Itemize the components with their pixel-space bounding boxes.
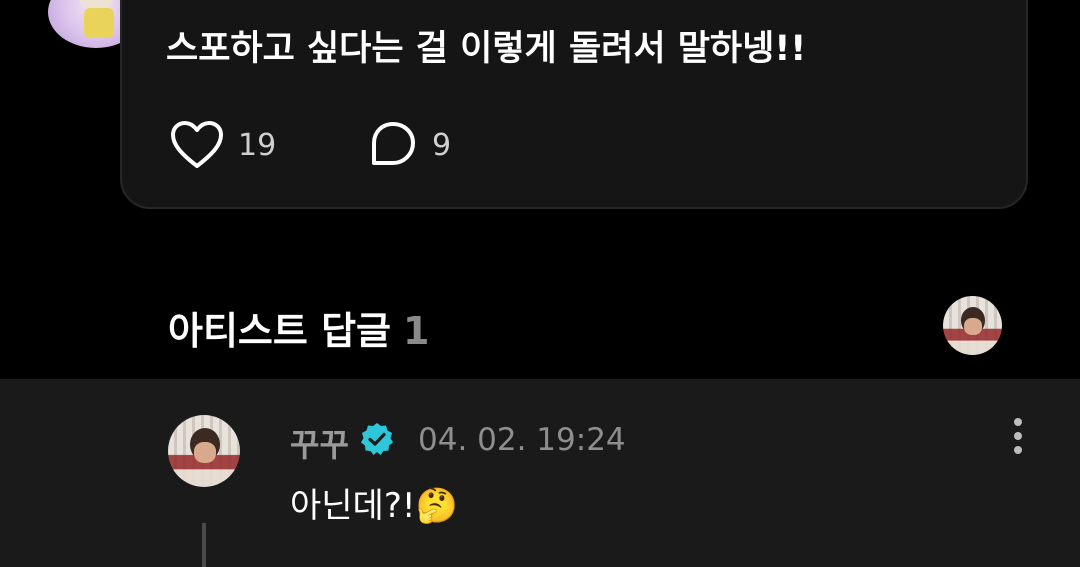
like-count: 19 [238, 127, 277, 163]
thread-line [202, 523, 206, 567]
artist-replies-header: 아티스트 답글 1 [168, 300, 429, 355]
avatar-face [193, 442, 216, 463]
artist-replies-count: 1 [403, 309, 430, 353]
post-text: 스포하고 싶다는 걸 이렇게 돌려서 말하넹!! [166, 29, 807, 69]
verified-badge-icon [361, 423, 393, 455]
more-dot [1014, 432, 1022, 440]
reply-author-name[interactable]: 꾸꾸 [290, 420, 349, 466]
more-options-button[interactable] [1008, 418, 1028, 462]
artist-avatar[interactable] [943, 296, 1002, 355]
comment-button[interactable]: 9 [368, 120, 451, 170]
heart-outline-icon [171, 121, 223, 168]
reply-panel [0, 379, 1080, 567]
like-button[interactable]: 19 [170, 120, 276, 170]
reply-timestamp: 04. 02. 19:24 [418, 422, 626, 458]
more-vertical-icon [1014, 418, 1022, 426]
avatar-face [964, 318, 982, 335]
speech-bubble-icon [372, 122, 415, 165]
reply-author-avatar[interactable] [168, 415, 240, 487]
more-dot [1014, 446, 1022, 454]
comment-count: 9 [432, 127, 452, 163]
reply-text: 아닌데?!🤔 [290, 486, 458, 526]
artist-replies-title: 아티스트 답글 [168, 309, 391, 353]
avatar-shirt [84, 8, 114, 38]
